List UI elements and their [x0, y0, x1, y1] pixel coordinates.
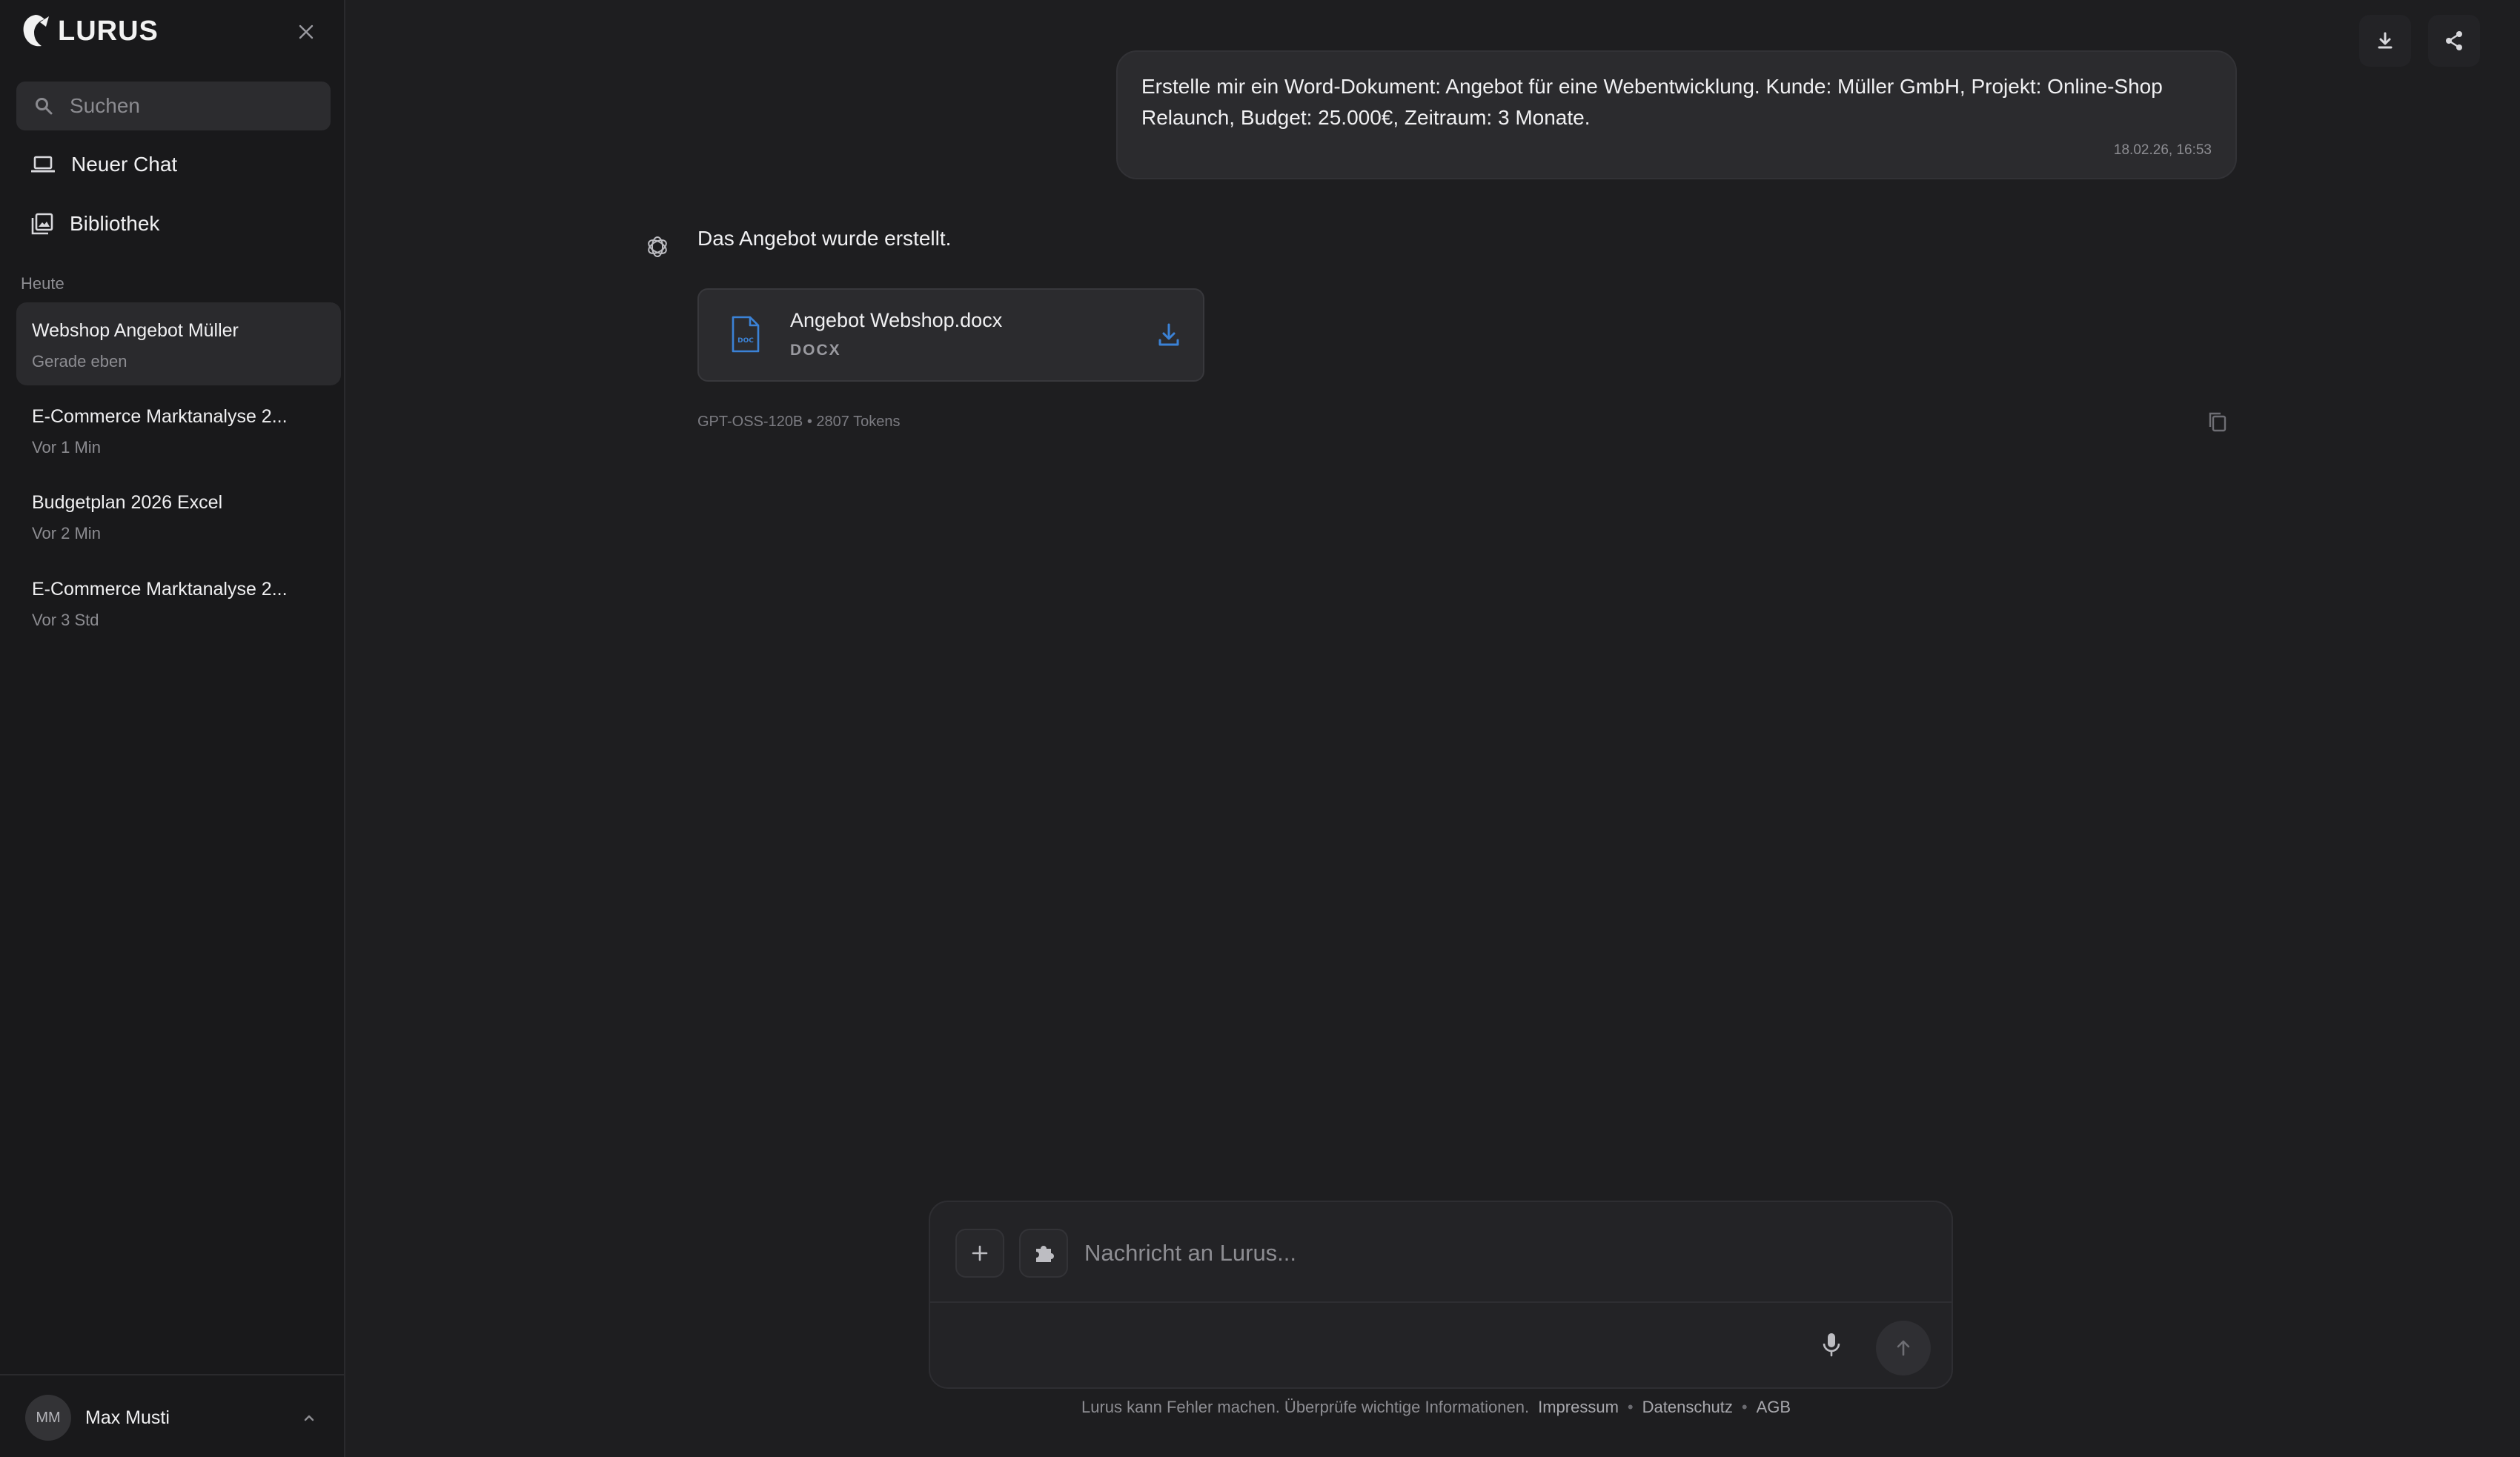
assistant-message-text: Das Angebot wurde erstellt. [697, 227, 952, 250]
footer: Lurus kann Fehler machen. Überprüfe wich… [1081, 1398, 1791, 1417]
impressum-link[interactable]: Impressum [1538, 1398, 1619, 1417]
sidebar: LURUS Neuer Chat [0, 0, 345, 1457]
assistant-avatar-icon [648, 236, 667, 257]
message-input[interactable] [1084, 1230, 1863, 1276]
user-message-text: Erstelle mir ein Word-Dokument: Angebot … [1141, 75, 2163, 129]
microphone-icon[interactable] [1817, 1330, 1846, 1359]
download-file-icon[interactable] [1157, 322, 1181, 348]
download-icon [2378, 32, 2393, 49]
search-box[interactable] [16, 82, 331, 130]
chevron-up-icon[interactable] [298, 1407, 320, 1429]
library-button[interactable]: Bibliothek [16, 200, 331, 248]
plugins-button[interactable] [1019, 1229, 1068, 1278]
chat-time: Vor 2 Min [32, 524, 101, 542]
chat-item[interactable]: E-Commerce Marktanalyse 2... Vor 3 Std [16, 561, 341, 644]
puzzle-icon [1036, 1246, 1054, 1262]
user-name: Max Musti [85, 1407, 170, 1428]
user-message-bubble: Erstelle mir ein Word-Dokument: Angebot … [1116, 50, 2237, 179]
add-attachment-button[interactable] [955, 1229, 1004, 1278]
avatar: MM [25, 1395, 71, 1441]
file-attachment-card[interactable]: DOC Angebot Webshop.docx DOCX [697, 288, 1204, 382]
chat-item[interactable]: E-Commerce Marktanalyse 2... Vor 1 Min [16, 388, 341, 471]
new-chat-label: Neuer Chat [71, 153, 178, 176]
plus-icon [972, 1245, 988, 1261]
file-type: DOCX [790, 342, 841, 359]
arrow-up-icon [1897, 1340, 1910, 1356]
datenschutz-link[interactable]: Datenschutz [1642, 1398, 1733, 1417]
app-root: LURUS Neuer Chat [0, 0, 2520, 1457]
laptop-icon [31, 156, 55, 173]
user-menu[interactable]: MM Max Musti [0, 1374, 344, 1457]
footer-separator: • [1741, 1398, 1748, 1416]
library-label: Bibliothek [70, 212, 160, 235]
chat-title: Budgetplan 2026 Excel [32, 492, 223, 513]
chat-time: Gerade eben [32, 352, 127, 371]
chat-time: Vor 1 Min [32, 438, 101, 457]
download-chat-button[interactable] [2359, 15, 2411, 67]
message-timestamp: 18.02.26, 16:53 [2113, 142, 2212, 158]
logo[interactable]: LURUS [19, 10, 159, 52]
docx-file-icon: DOC [732, 316, 760, 353]
chat-title: Webshop Angebot Müller [32, 320, 239, 341]
new-chat-button[interactable]: Neuer Chat [16, 141, 331, 188]
chat-item[interactable]: Budgetplan 2026 Excel Vor 2 Min [16, 474, 341, 557]
composer-divider [930, 1301, 1952, 1303]
share-button[interactable] [2428, 15, 2480, 67]
chat-item[interactable]: Webshop Angebot Müller Gerade eben [16, 302, 341, 385]
close-sidebar-button[interactable] [294, 19, 319, 44]
search-input[interactable] [70, 94, 307, 118]
send-button[interactable] [1876, 1321, 1931, 1375]
footer-disclaimer: Lurus kann Fehler machen. Überprüfe wich… [1081, 1398, 1530, 1416]
close-icon [299, 24, 314, 39]
search-icon [36, 98, 53, 115]
library-icon [31, 213, 53, 235]
footer-separator: • [1627, 1398, 1634, 1416]
message-composer [929, 1201, 1953, 1389]
file-icon-label: DOC [737, 337, 754, 345]
chat-title: E-Commerce Marktanalyse 2... [32, 406, 288, 427]
file-name: Angebot Webshop.docx [790, 309, 1003, 331]
brand-name: LURUS [58, 15, 159, 47]
section-label-today: Heute [21, 274, 64, 293]
response-meta: GPT-OSS-120B • 2807 Tokens [697, 414, 901, 430]
lurus-logo-icon [23, 15, 49, 47]
chat-title: E-Commerce Marktanalyse 2... [32, 579, 288, 600]
share-icon [2446, 31, 2462, 50]
copy-icon[interactable] [2206, 410, 2229, 434]
chat-time: Vor 3 Std [32, 611, 99, 629]
agb-link[interactable]: AGB [1757, 1398, 1791, 1417]
